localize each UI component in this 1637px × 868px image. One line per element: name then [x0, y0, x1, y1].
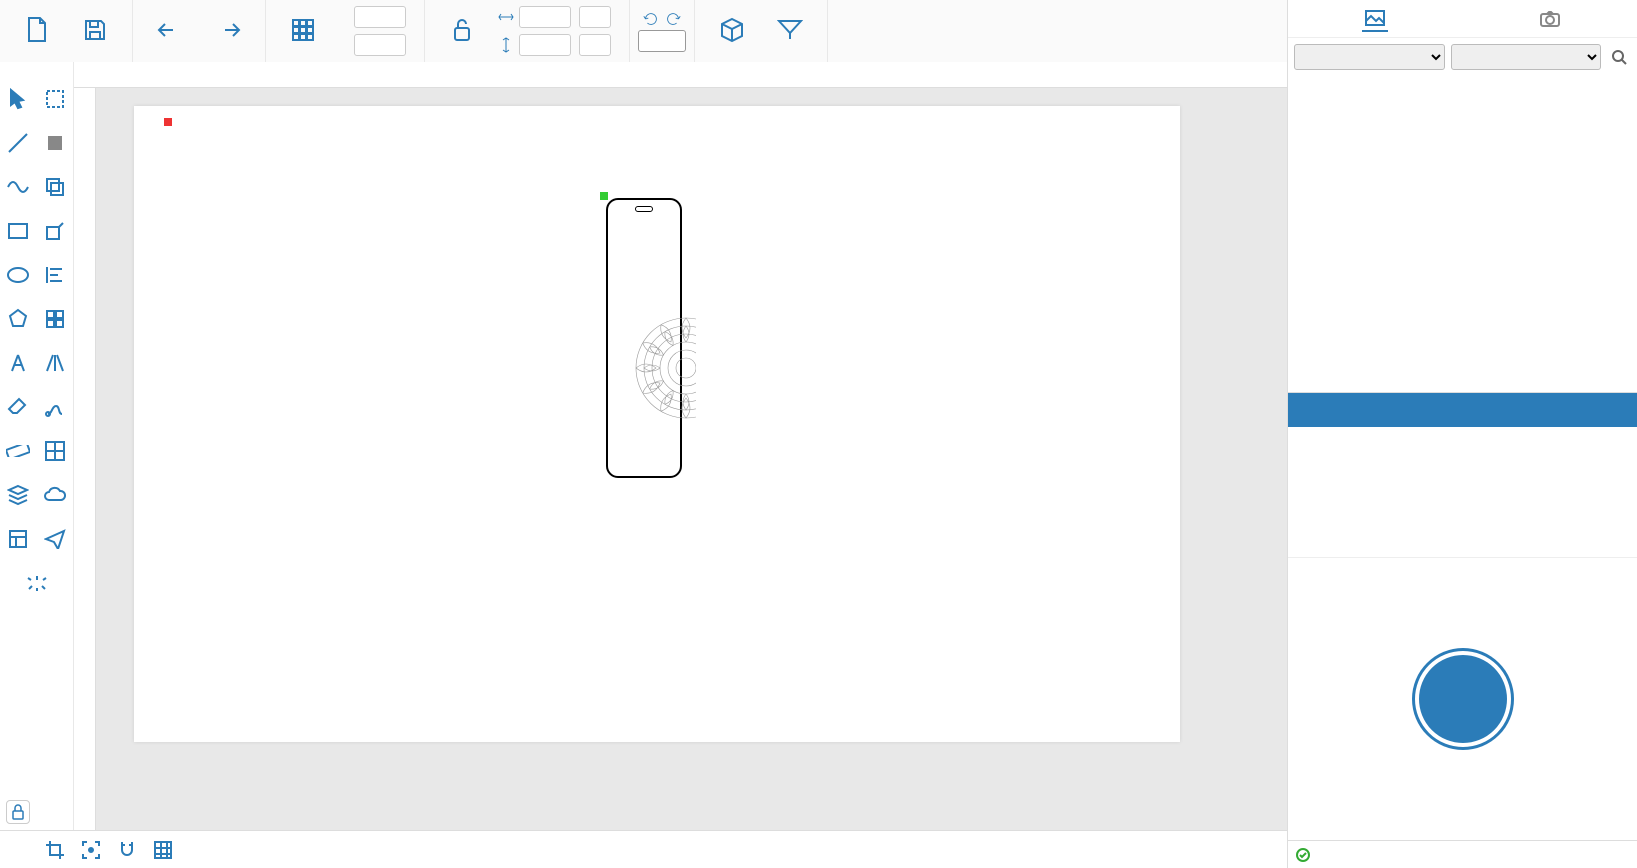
cube-icon	[718, 17, 746, 43]
connection-status	[1296, 848, 1314, 862]
canvas-page	[134, 106, 1180, 742]
table-icon[interactable]	[148, 835, 178, 865]
ruler-vertical	[74, 88, 96, 830]
array-tool[interactable]	[39, 436, 71, 466]
layers-tool[interactable]	[2, 480, 34, 510]
phone-notch	[635, 206, 653, 212]
wave-tool[interactable]	[2, 172, 34, 202]
scale-button[interactable]	[433, 2, 491, 60]
right-panel	[1287, 0, 1637, 868]
mirror-tool[interactable]	[39, 348, 71, 378]
file-icon	[23, 17, 51, 43]
search-icon[interactable]	[1607, 45, 1631, 69]
canvas-area[interactable]	[96, 88, 1287, 830]
eraser-tool[interactable]	[2, 392, 34, 422]
redo-icon	[214, 17, 242, 43]
ellipse-tool[interactable]	[2, 260, 34, 290]
height-pct-input[interactable]	[579, 34, 611, 56]
select-tool[interactable]	[2, 84, 34, 114]
lock-open-icon	[448, 17, 476, 43]
fill-tool[interactable]	[39, 128, 71, 158]
layout-tool[interactable]	[2, 524, 34, 554]
create-button[interactable]	[703, 2, 761, 60]
send-tool[interactable]	[39, 524, 71, 554]
magnet-icon[interactable]	[112, 835, 142, 865]
ruler-horizontal	[74, 62, 1287, 88]
file-button[interactable]	[8, 2, 66, 60]
library-grid	[1288, 76, 1637, 392]
marquee-tool[interactable]	[39, 84, 71, 114]
origin-icon	[289, 17, 317, 43]
polygon-tool[interactable]	[2, 304, 34, 334]
light-tool[interactable]	[3, 568, 71, 598]
cloud-tool[interactable]	[39, 480, 71, 510]
position-inputs	[332, 6, 416, 56]
redo-button[interactable]	[199, 2, 257, 60]
advice-icon	[776, 17, 804, 43]
lock-button[interactable]	[6, 800, 30, 824]
start-button[interactable]	[1415, 651, 1511, 747]
focus-icon[interactable]	[76, 835, 106, 865]
crop-icon[interactable]	[40, 835, 70, 865]
origin-marker	[164, 118, 172, 126]
undo-button[interactable]	[141, 2, 199, 60]
shape-edit-tool[interactable]	[39, 216, 71, 246]
category-select-2[interactable]	[1451, 44, 1602, 70]
width-pct-input[interactable]	[579, 6, 611, 28]
line-tool[interactable]	[2, 128, 34, 158]
rotate-cw-icon[interactable]	[664, 10, 682, 28]
height-icon	[497, 36, 515, 54]
left-toolbar	[0, 62, 74, 830]
rect-tool[interactable]	[2, 216, 34, 246]
advice-button[interactable]	[761, 2, 819, 60]
align-left-tool[interactable]	[39, 260, 71, 290]
selection-handle[interactable]	[600, 192, 608, 200]
save-icon	[81, 17, 109, 43]
copy-tool[interactable]	[39, 172, 71, 202]
height-input[interactable]	[519, 34, 571, 56]
rotate-input[interactable]	[638, 30, 686, 52]
status-bar	[1288, 840, 1637, 868]
layers-panel	[1288, 392, 1637, 427]
undo-icon	[156, 17, 184, 43]
x-input[interactable]	[354, 6, 406, 28]
mandala-pattern	[626, 308, 696, 438]
size-inputs	[491, 6, 621, 56]
library-tab-icon[interactable]	[1362, 6, 1388, 32]
bottom-bar	[0, 830, 1287, 868]
text-tool[interactable]	[2, 348, 34, 378]
grid-tool[interactable]	[39, 304, 71, 334]
width-input[interactable]	[519, 6, 571, 28]
category-select-1[interactable]	[1294, 44, 1445, 70]
origin-button[interactable]	[274, 2, 332, 60]
camera-tab-icon[interactable]	[1537, 6, 1563, 32]
y-input[interactable]	[354, 34, 406, 56]
phone-case-object[interactable]	[606, 198, 682, 478]
save-button[interactable]	[66, 2, 124, 60]
rotate-ccw-icon[interactable]	[642, 10, 660, 28]
ruler-tool[interactable]	[2, 436, 34, 466]
pen-tool[interactable]	[39, 392, 71, 422]
width-icon	[497, 8, 515, 26]
